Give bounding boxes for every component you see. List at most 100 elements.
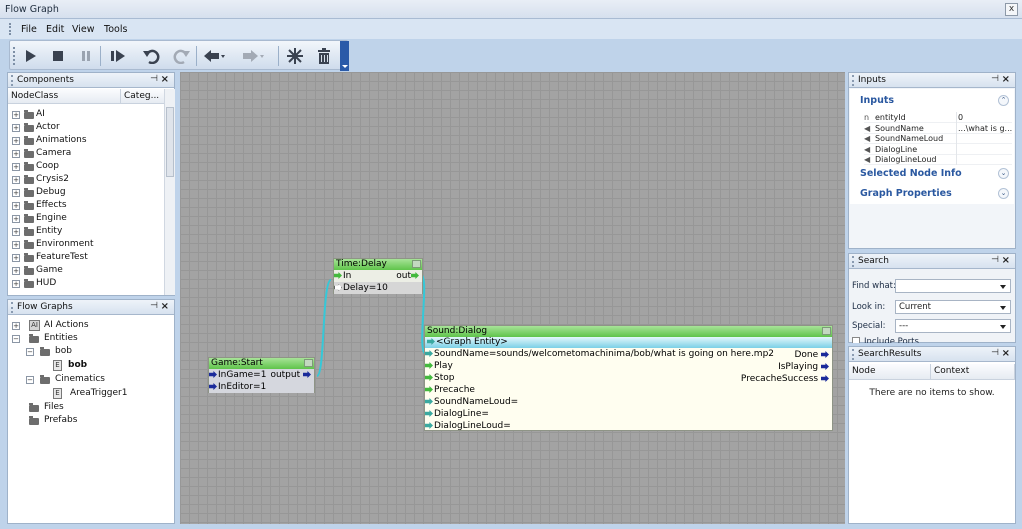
port-output[interactable]: output xyxy=(270,369,312,381)
close-panel-icon[interactable]: × xyxy=(1002,348,1010,359)
node-sound-dialog[interactable]: Sound:Dialog <Graph Entity> SoundName=so… xyxy=(424,325,833,431)
component-category-entity[interactable]: + Entity xyxy=(12,226,160,239)
expand-icon[interactable]: + xyxy=(12,280,20,288)
undo-icon[interactable] xyxy=(141,45,163,67)
selected-info-title[interactable]: Selected Node Info xyxy=(860,168,962,179)
tree-item-bob-graph[interactable]: E bob xyxy=(53,360,163,373)
expand-icon[interactable]: + xyxy=(12,241,20,249)
menu-file[interactable]: File xyxy=(21,24,37,35)
port-ingame[interactable]: InGame=1 output xyxy=(209,369,314,381)
tree-item-files[interactable]: Files xyxy=(12,402,172,415)
tree-item-entities[interactable]: − Entities xyxy=(12,333,172,346)
component-category-effects[interactable]: + Effects xyxy=(12,200,160,213)
component-category-environment[interactable]: + Environment xyxy=(12,239,160,252)
property-row[interactable]: ◀ DialogLine xyxy=(864,143,1012,155)
node-menu-icon[interactable] xyxy=(304,359,313,367)
col-nodeclass[interactable]: NodeClass xyxy=(8,89,121,104)
component-category-crysis2[interactable]: + Crysis2 xyxy=(12,174,160,187)
close-panel-icon[interactable]: × xyxy=(1002,74,1010,85)
component-category-camera[interactable]: + Camera xyxy=(12,148,160,161)
tree-item-cinematics[interactable]: − Cinematics xyxy=(26,374,166,387)
node-title[interactable]: Game:Start xyxy=(209,358,314,369)
port-output[interactable]: IsPlaying xyxy=(741,361,832,373)
stop-icon[interactable] xyxy=(47,45,69,67)
pin-icon[interactable]: ⊣ xyxy=(991,348,999,358)
component-category-hud[interactable]: + HUD xyxy=(12,278,160,291)
close-panel-icon[interactable]: × xyxy=(161,301,169,312)
component-category-engine[interactable]: + Engine xyxy=(12,213,160,226)
menu-view[interactable]: View xyxy=(72,24,95,35)
close-icon[interactable]: x xyxy=(1005,3,1018,16)
component-category-actor[interactable]: + Actor xyxy=(12,122,160,135)
port-input[interactable]: Precache xyxy=(425,384,832,396)
organize-icon[interactable] xyxy=(284,45,306,67)
expand-icon[interactable]: + xyxy=(12,189,20,197)
inputs-section-title[interactable]: Inputs xyxy=(860,95,894,106)
port-input[interactable]: DialogLineLoud= xyxy=(425,420,832,432)
component-category-game[interactable]: + Game xyxy=(12,265,160,278)
expand-icon[interactable]: + xyxy=(12,215,20,223)
forward-arrow-icon[interactable] xyxy=(242,45,264,67)
port-out[interactable]: out xyxy=(396,270,420,282)
expand-chevron-icon[interactable]: ⌄ xyxy=(998,168,1009,179)
components-scrollbar[interactable] xyxy=(164,89,175,295)
play-icon[interactable] xyxy=(19,45,41,67)
tree-item-areatrigger[interactable]: E AreaTrigger1 xyxy=(53,388,163,401)
port-in[interactable]: In out xyxy=(334,270,422,282)
property-row[interactable]: ◀ SoundNameLoud xyxy=(864,133,1012,144)
property-row[interactable]: ◀ SoundName ...\what is g... xyxy=(864,122,1012,134)
include-ports-checkbox[interactable] xyxy=(852,337,860,343)
expand-icon[interactable]: + xyxy=(12,254,20,262)
find-what-combo[interactable] xyxy=(895,279,1011,293)
collapse-icon[interactable]: − xyxy=(12,335,20,343)
component-category-featuretest[interactable]: + FeatureTest xyxy=(12,252,160,265)
expand-icon[interactable]: + xyxy=(12,124,20,132)
property-row[interactable]: n entityId 0 xyxy=(864,112,1012,123)
node-game-start[interactable]: Game:Start InGame=1 output InEditor=1 xyxy=(208,357,315,393)
expand-icon[interactable]: + xyxy=(12,228,20,236)
delete-icon[interactable] xyxy=(313,45,335,67)
expand-icon[interactable]: + xyxy=(12,202,20,210)
pin-icon[interactable]: ⊣ xyxy=(991,255,999,265)
component-category-animations[interactable]: + Animations xyxy=(12,135,160,148)
close-panel-icon[interactable]: × xyxy=(161,74,169,85)
lookin-combo[interactable]: Current xyxy=(895,300,1011,314)
expand-icon[interactable]: + xyxy=(12,163,20,171)
collapse-chevron-icon[interactable]: ⌃ xyxy=(998,95,1009,106)
node-menu-icon[interactable] xyxy=(412,260,421,268)
node-title[interactable]: Time:Delay xyxy=(334,259,422,270)
graph-properties-title[interactable]: Graph Properties xyxy=(860,188,952,199)
component-category-coop[interactable]: + Coop xyxy=(12,161,160,174)
expand-icon[interactable]: + xyxy=(12,267,20,275)
expand-icon[interactable]: + xyxy=(12,137,20,145)
expand-icon[interactable]: + xyxy=(12,322,20,330)
menu-tools[interactable]: Tools xyxy=(104,24,127,35)
node-entity-row[interactable]: <Graph Entity> xyxy=(425,337,832,348)
expand-chevron-icon[interactable]: ⌄ xyxy=(998,188,1009,199)
redo-icon[interactable] xyxy=(170,45,192,67)
node-menu-icon[interactable] xyxy=(822,327,831,335)
property-value[interactable]: 0 xyxy=(958,113,1012,122)
pause-icon[interactable] xyxy=(75,45,97,67)
selected-node-info[interactable]: Selected Node Info ⌄ xyxy=(850,167,1014,187)
close-panel-icon[interactable]: × xyxy=(1002,255,1010,266)
graph-properties[interactable]: Graph Properties ⌄ xyxy=(850,186,1014,204)
menu-edit[interactable]: Edit xyxy=(46,24,64,35)
expand-icon[interactable]: + xyxy=(12,176,20,184)
col-category[interactable]: Categ... xyxy=(121,89,165,104)
property-row[interactable]: ◀ DialogLineLoud xyxy=(864,154,1012,165)
toolbar-overflow-icon[interactable] xyxy=(340,41,349,71)
collapse-icon[interactable]: − xyxy=(26,348,34,356)
step-icon[interactable] xyxy=(107,45,129,67)
col-context[interactable]: Context xyxy=(931,364,1015,380)
expand-icon[interactable]: + xyxy=(12,150,20,158)
collapse-icon[interactable]: − xyxy=(26,376,34,384)
port-output[interactable]: Done xyxy=(741,349,832,361)
port-delay[interactable]: Delay=10 xyxy=(334,282,422,294)
port-input[interactable]: SoundNameLoud= xyxy=(425,396,832,408)
node-time-delay[interactable]: Time:Delay In out Delay=10 xyxy=(333,258,423,294)
property-value[interactable]: ...\what is g... xyxy=(958,124,1012,133)
port-output[interactable]: PrecacheSuccess xyxy=(741,373,832,385)
component-category-debug[interactable]: + Debug xyxy=(12,187,160,200)
pin-icon[interactable]: ⊣ xyxy=(150,301,158,311)
